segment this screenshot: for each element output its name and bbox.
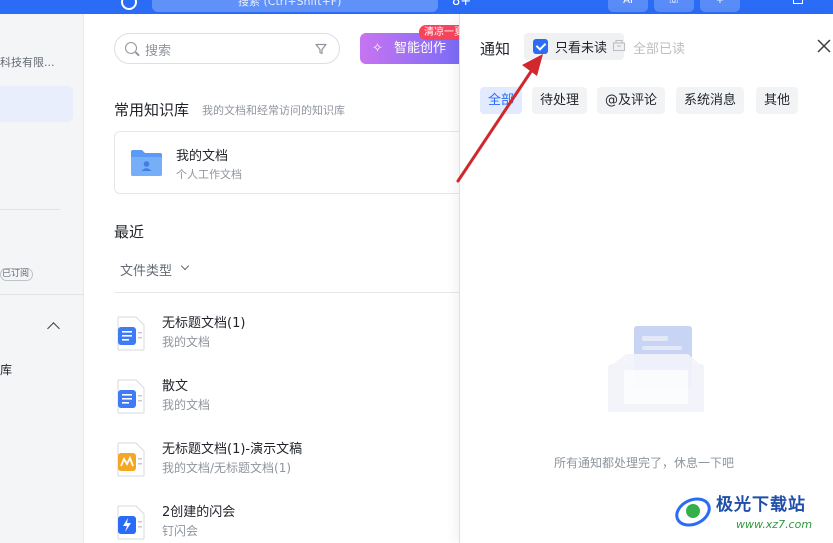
ai-assistant-button[interactable]: AI — [608, 0, 648, 12]
search-icon — [125, 42, 137, 54]
knowledge-base-subtitle: 我的文档和经常访问的知识库 — [202, 104, 345, 117]
recent-file-row[interactable]: 散文 我的文档 — [114, 375, 460, 425]
doc-search-input[interactable]: 搜索 — [114, 33, 340, 64]
recent-file-row[interactable]: 2创建的闪会 钉闪会 — [114, 501, 460, 543]
tab-mentions[interactable]: @及评论 — [597, 87, 666, 114]
mark-all-read-button[interactable]: 全部已读 — [612, 38, 686, 57]
watermark-url: www.xz7.com — [736, 518, 813, 531]
mark-all-read-label: 全部已读 — [633, 42, 686, 57]
file-name: 2创建的闪会 — [162, 505, 236, 520]
knowledge-base-card[interactable]: 我的文档 个人工作文档 — [114, 131, 460, 194]
notification-panel: 通知 只看未读 全部已读 全部 待处理 @及评论 系统消息 其他 所有通知都处理… — [459, 14, 833, 543]
file-type-filter[interactable]: 文件类型 — [120, 260, 172, 279]
chevron-up-icon[interactable] — [47, 322, 60, 335]
tab-other[interactable]: 其他 — [756, 87, 799, 114]
close-icon[interactable] — [816, 38, 832, 54]
knowledge-base-name: 我的文档 — [176, 149, 229, 164]
sidebar-divider — [0, 294, 84, 295]
add-button[interactable]: + — [700, 0, 740, 12]
sidebar-divider — [0, 209, 60, 210]
sidebar-item-active[interactable] — [0, 86, 73, 122]
search-placeholder: 搜索 — [145, 44, 172, 59]
sidebar: 科技有限... 已订阅 库 — [0, 14, 84, 543]
file-path: 我的文档/无标题文档(1) — [162, 461, 292, 475]
divider — [114, 292, 460, 293]
knowledge-base-title: 常用知识库 — [114, 101, 190, 119]
tab-system[interactable]: 系统消息 — [676, 87, 745, 114]
file-name: 散文 — [162, 379, 189, 394]
watermark-title: 极光下载站 — [716, 495, 806, 515]
file-path: 我的文档 — [162, 398, 211, 412]
file-path: 我的文档 — [162, 335, 211, 349]
folder-icon — [131, 150, 162, 176]
file-path: 钉闪会 — [162, 524, 199, 538]
broom-icon — [612, 39, 626, 52]
chevron-down-icon[interactable] — [180, 261, 190, 271]
org-name[interactable]: 科技有限... — [0, 54, 55, 70]
empty-inbox-illustration — [608, 326, 704, 412]
window-maximize-icon[interactable] — [793, 0, 803, 4]
unread-only-label: 只看未读 — [555, 41, 608, 56]
recent-file-row[interactable]: 无标题文档(1) 我的文档 — [114, 312, 460, 362]
sidebar-item-knowledge[interactable]: 库 — [0, 361, 12, 378]
unread-only-toggle[interactable]: 只看未读 — [524, 33, 624, 60]
empty-state-text: 所有通知都处理完了，休息一下吧 — [554, 456, 735, 470]
doc-icon — [117, 316, 145, 351]
flash-meeting-icon — [117, 505, 145, 540]
file-name: 无标题文档(1) — [162, 316, 246, 331]
new-group-icon[interactable]: 8+ — [452, 0, 471, 9]
slides-icon — [117, 442, 145, 477]
file-name: 无标题文档(1)-演示文稿 — [162, 442, 303, 457]
tab-all[interactable]: 全部 — [480, 87, 523, 114]
knowledge-base-desc: 个人工作文档 — [176, 168, 242, 181]
subscribed-tag: 已订阅 — [0, 268, 34, 281]
global-search-input[interactable]: 搜索 (Ctrl+Shift+F) — [152, 0, 438, 12]
site-logo-icon — [675, 497, 711, 527]
sparkle-icon: ✧ — [372, 41, 383, 56]
call-button[interactable]: ☏ — [654, 0, 694, 12]
filter-icon[interactable] — [315, 43, 327, 55]
recent-title: 最近 — [114, 223, 145, 241]
panel-title: 通知 — [480, 40, 511, 58]
ai-create-label: 智能创作 — [394, 41, 447, 56]
history-icon[interactable] — [121, 0, 137, 10]
recent-file-row[interactable]: 无标题文档(1)-演示文稿 我的文档/无标题文档(1) — [114, 438, 460, 488]
checkbox-checked-icon[interactable] — [533, 39, 548, 54]
tab-pending[interactable]: 待处理 — [532, 87, 588, 114]
promo-badge: 清凉一夏 — [419, 25, 459, 40]
top-bar: 搜索 (Ctrl+Shift+F) 8+ AI ☏ + — [0, 0, 833, 14]
doc-icon — [117, 379, 145, 414]
